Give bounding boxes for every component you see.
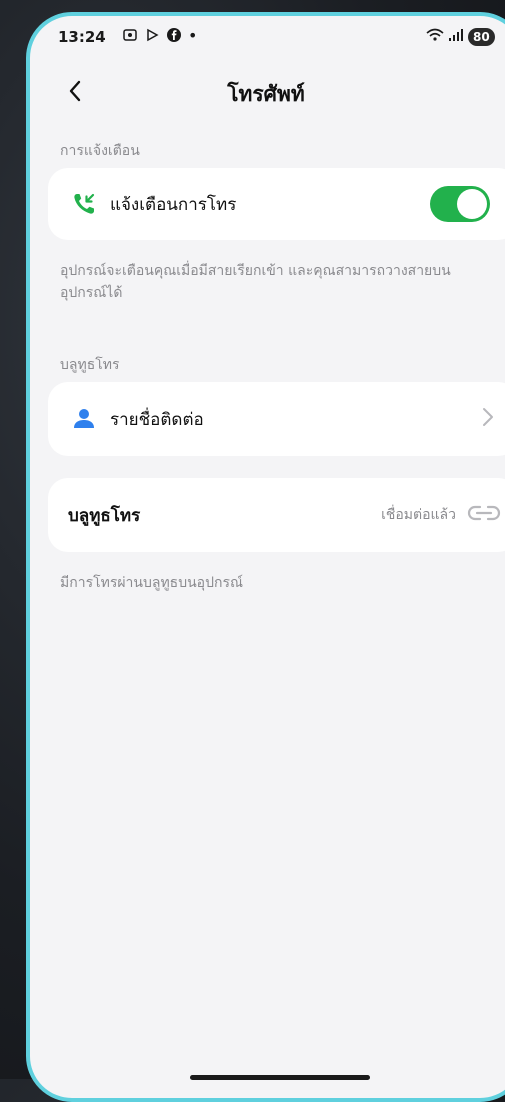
contacts-card: รายชื่อติดต่อ (48, 382, 505, 456)
contacts-row[interactable]: รายชื่อติดต่อ (48, 382, 505, 456)
status-time: 13:24 (58, 28, 106, 46)
section-label-notifications: การแจ้งเตือน (60, 143, 140, 159)
page-title: โทรศัพท์ (227, 82, 305, 106)
wifi-icon (426, 28, 444, 46)
call-alert-toggle[interactable] (430, 186, 490, 222)
call-alert-row[interactable]: แจ้งเตือนการโทร (48, 168, 505, 240)
screenshot-icon (122, 27, 138, 47)
toggle-knob (457, 189, 487, 219)
status-dot: • (188, 26, 198, 45)
status-right: 80 (426, 28, 495, 46)
call-alert-label: แจ้งเตือนการโทร (110, 194, 237, 215)
status-bar: 13:24 • 80 (30, 16, 505, 60)
call-alert-description: อุปกรณ์จะเตือนคุณเมื่อมีสายเรียกเข้า และ… (60, 263, 451, 301)
bluetooth-call-label: บลูทูธโทร (68, 505, 141, 526)
signal-icon (448, 28, 464, 46)
contacts-label: รายชื่อติดต่อ (110, 409, 204, 430)
link-icon (466, 503, 502, 527)
call-alert-card: แจ้งเตือนการโทร (48, 168, 505, 240)
home-indicator[interactable] (190, 1075, 370, 1080)
phone-screen: 13:24 • 80 โทรศัพท์ การแจ้งเตือน แจ้งเตื… (26, 12, 505, 1102)
section-label-bluetooth: บลูทูธโทร (60, 357, 120, 373)
incoming-call-icon (70, 190, 98, 218)
person-icon (70, 405, 98, 433)
facebook-icon (166, 27, 182, 47)
chevron-right-icon (482, 407, 494, 431)
bluetooth-call-row[interactable]: บลูทูธโทร เชื่อมต่อแล้ว (48, 478, 505, 552)
battery-indicator: 80 (468, 28, 495, 46)
bluetooth-call-card: บลูทูธโทร เชื่อมต่อแล้ว (48, 478, 505, 552)
connection-status: เชื่อมต่อแล้ว (381, 507, 456, 523)
bluetooth-call-description: มีการโทรผ่านบลูทูธบนอุปกรณ์ (60, 575, 243, 591)
status-notification-icons (122, 27, 182, 47)
play-icon (144, 27, 160, 47)
header: โทรศัพท์ (30, 70, 505, 118)
